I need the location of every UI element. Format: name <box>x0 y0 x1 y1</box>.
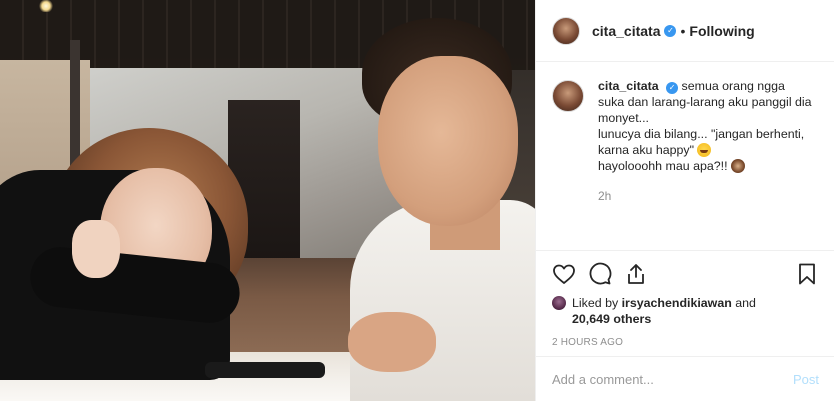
comment-input[interactable] <box>552 371 793 387</box>
post-header: cita_citata ✓ • Following <box>536 0 834 62</box>
instagram-post: cita_citata ✓ • Following cita_citata ✓ … <box>0 0 834 401</box>
post-comment-button[interactable]: Post <box>793 372 819 387</box>
caption-comment: cita_citata ✓ semua orang ngga suka dan … <box>598 78 814 234</box>
bookmark-icon[interactable] <box>795 262 819 286</box>
laughing-emoji-icon <box>697 143 712 157</box>
liker-avatar[interactable] <box>552 296 566 310</box>
photo-light <box>38 0 54 12</box>
verified-badge-icon: ✓ <box>664 24 677 37</box>
caption-avatar[interactable] <box>552 80 584 112</box>
action-bar <box>552 261 819 287</box>
following-button[interactable]: Following <box>689 23 754 39</box>
post-photo[interactable] <box>0 0 535 401</box>
caption-time[interactable]: 2h <box>598 188 814 204</box>
post-timestamp[interactable]: 2 HOURS AGO <box>552 337 819 348</box>
author-username[interactable]: cita_citata <box>592 23 660 39</box>
likes-count[interactable]: 20,649 others <box>572 312 651 326</box>
likes-prefix: Liked by <box>572 296 622 310</box>
man-hand <box>348 312 436 372</box>
monkey-emoji-icon <box>730 159 745 173</box>
post-sidebar: cita_citata ✓ • Following cita_citata ✓ … <box>535 0 834 401</box>
heart-icon[interactable] <box>552 262 576 286</box>
add-comment-bar: Post <box>536 356 834 401</box>
likes-text[interactable]: Liked by irsyachendikiawan and 20,649 oth… <box>572 295 756 327</box>
author-avatar[interactable] <box>552 16 580 45</box>
caption-username[interactable]: cita_citata <box>598 79 659 93</box>
separator-dot: • <box>680 22 686 39</box>
verified-badge-icon: ✓ <box>666 82 679 94</box>
caption-text-line2: hayolooohh mau apa?!! <box>598 159 731 173</box>
comment-icon[interactable] <box>588 262 612 286</box>
woman-hand <box>72 220 120 278</box>
caption-area: cita_citata ✓ semua orang ngga suka dan … <box>536 62 834 250</box>
share-icon[interactable] <box>624 262 648 286</box>
phone-on-table <box>205 362 325 378</box>
post-actions: Liked by irsyachendikiawan and 20,649 oth… <box>536 250 834 350</box>
liker-username[interactable]: irsyachendikiawan <box>622 296 732 310</box>
likes-and: and <box>731 296 756 310</box>
likes-summary: Liked by irsyachendikiawan and 20,649 oth… <box>552 295 819 327</box>
man-face <box>378 56 518 226</box>
